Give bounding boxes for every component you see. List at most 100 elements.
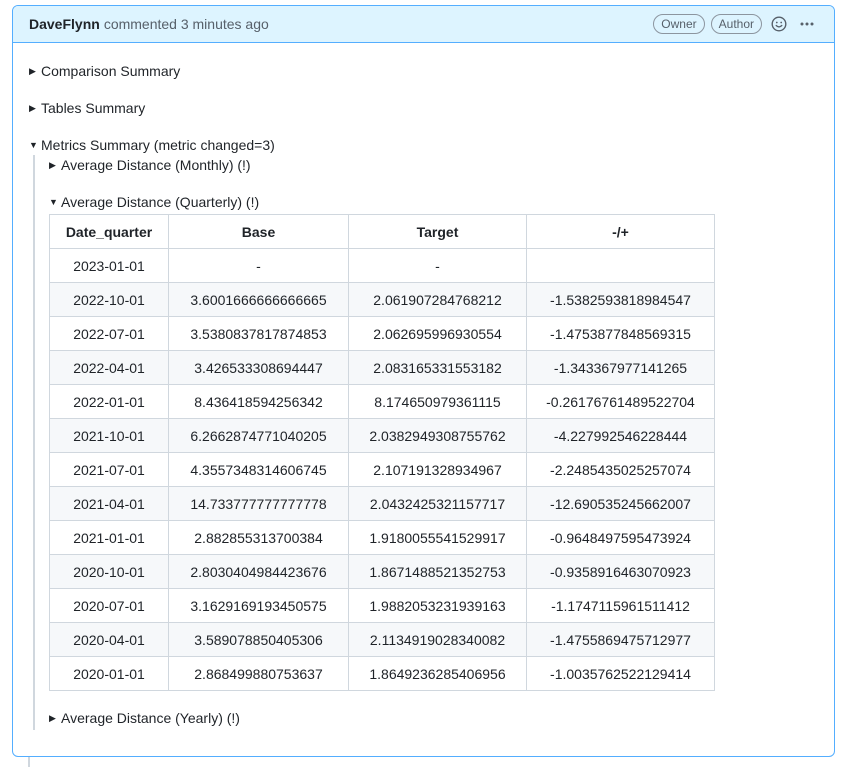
- cell-target: 1.9180055541529917: [348, 520, 527, 555]
- cell-base: -: [168, 248, 349, 283]
- cell-date: 2020-07-01: [49, 588, 169, 623]
- column-header-target: Target: [348, 214, 527, 249]
- smiley-icon[interactable]: [768, 13, 790, 35]
- cell-date: 2020-01-01: [49, 656, 169, 691]
- table-row: 2021-04-01 14.733777777777778 2.04324253…: [49, 486, 715, 521]
- cell-diff: -1.0035762522129414: [526, 656, 715, 691]
- cell-base: 2.868499880753637: [168, 656, 349, 691]
- cell-target: 2.107191328934967: [348, 452, 527, 487]
- triangle-right-icon: ▶: [49, 159, 56, 170]
- table-row: 2022-07-01 3.5380837817874853 2.06269599…: [49, 316, 715, 351]
- metrics-summary-toggle[interactable]: ▼ Metrics Summary (metric changed=3): [29, 135, 818, 155]
- comment-timestamp[interactable]: commented 3 minutes ago: [104, 16, 269, 32]
- cell-diff: -0.26176761489522704: [526, 384, 715, 419]
- cell-date: 2022-07-01: [49, 316, 169, 351]
- table-row: 2020-01-01 2.868499880753637 1.864923628…: [49, 656, 715, 691]
- triangle-down-icon: ▼: [29, 140, 38, 150]
- table-row: 2021-10-01 6.2662874771040205 2.03829493…: [49, 418, 715, 453]
- cell-diff: -1.343367977141265: [526, 350, 715, 385]
- table-row: 2021-07-01 4.3557348314606745 2.10719132…: [49, 452, 715, 487]
- column-header-date-quarter: Date_quarter: [49, 214, 169, 249]
- cell-diff: -4.227992546228444: [526, 418, 715, 453]
- table-header-row: Date_quarter Base Target -/+: [49, 214, 715, 249]
- cell-diff: -1.4755869475712977: [526, 622, 715, 657]
- comment-header: DaveFlynn commented 3 minutes ago Owner …: [13, 6, 834, 43]
- cell-base: 6.2662874771040205: [168, 418, 349, 453]
- owner-badge: Owner: [653, 14, 705, 34]
- cell-base: 8.436418594256342: [168, 384, 349, 419]
- cell-target: 2.0432425321157717: [348, 486, 527, 521]
- cell-diff: -0.9648497595473924: [526, 520, 715, 555]
- cell-diff: -1.4753877848569315: [526, 316, 715, 351]
- cell-date: 2021-10-01: [49, 418, 169, 453]
- comment-header-actions: Owner Author: [653, 13, 818, 35]
- comment-author[interactable]: DaveFlynn: [29, 16, 100, 32]
- comment-box: DaveFlynn commented 3 minutes ago Owner …: [12, 5, 835, 757]
- cell-date: 2023-01-01: [49, 248, 169, 283]
- metric-quarterly-label: Average Distance (Quarterly) (!): [61, 194, 260, 210]
- cell-diff: -1.1747115961511412: [526, 588, 715, 623]
- table-row: 2020-07-01 3.1629169193450575 1.98820532…: [49, 588, 715, 623]
- cell-base: 3.426533308694447: [168, 350, 349, 385]
- cell-diff: [526, 248, 715, 283]
- tables-summary-toggle[interactable]: ▶ Tables Summary: [29, 98, 818, 118]
- kebab-horizontal-icon[interactable]: [796, 13, 818, 35]
- cell-date: 2021-01-01: [49, 520, 169, 555]
- cell-diff: -12.690535245662007: [526, 486, 715, 521]
- table-row: 2023-01-01 - -: [49, 248, 715, 283]
- metric-monthly-toggle[interactable]: ▶ Average Distance (Monthly) (!): [49, 155, 818, 175]
- comparison-summary-label: Comparison Summary: [41, 63, 181, 79]
- table-row: 2020-04-01 3.589078850405306 2.113491902…: [49, 622, 715, 657]
- cell-date: 2022-10-01: [49, 282, 169, 317]
- column-header-diff: -/+: [526, 214, 715, 249]
- metrics-summary-label: Metrics Summary (metric changed=3): [41, 137, 275, 153]
- cell-diff: -2.2485435025257074: [526, 452, 715, 487]
- author-badge: Author: [710, 14, 762, 34]
- cell-target: 8.174650979361115: [348, 384, 527, 419]
- table-row: 2020-10-01 2.8030404984423676 1.86714885…: [49, 554, 715, 589]
- cell-target: 2.083165331553182: [348, 350, 527, 385]
- metric-yearly-toggle[interactable]: ▶ Average Distance (Yearly) (!): [49, 708, 818, 730]
- cell-target: 2.0382949308755762: [348, 418, 527, 453]
- cell-base: 3.5380837817874853: [168, 316, 349, 351]
- table-row: 2022-10-01 3.6001666666666665 2.06190728…: [49, 282, 715, 317]
- table-row: 2022-04-01 3.426533308694447 2.083165331…: [49, 350, 715, 385]
- cell-date: 2021-04-01: [49, 486, 169, 521]
- cell-target: 2.1134919028340082: [348, 622, 527, 657]
- comment-body: ▶ Comparison Summary ▶ Tables Summary ▼ …: [13, 43, 834, 730]
- cell-base: 4.3557348314606745: [168, 452, 349, 487]
- cell-target: 1.8671488521352753: [348, 554, 527, 589]
- cell-target: 1.8649236285406956: [348, 656, 527, 691]
- comparison-summary-section: ▶ Comparison Summary: [29, 61, 818, 81]
- column-header-base: Base: [168, 214, 349, 249]
- metric-yearly-label: Average Distance (Yearly) (!): [61, 710, 240, 726]
- cell-target: 1.9882053231939163: [348, 588, 527, 623]
- cell-base: 2.8030404984423676: [168, 554, 349, 589]
- triangle-right-icon: ▶: [29, 102, 36, 113]
- metric-monthly-label: Average Distance (Monthly) (!): [61, 157, 251, 173]
- triangle-right-icon: ▶: [49, 712, 56, 723]
- metrics-summary-section: ▼ Metrics Summary (metric changed=3) ▶ A…: [29, 135, 818, 730]
- table-row: 2021-01-01 2.882855313700384 1.918005554…: [49, 520, 715, 555]
- cell-target: 2.061907284768212: [348, 282, 527, 317]
- cell-base: 2.882855313700384: [168, 520, 349, 555]
- tables-summary-section: ▶ Tables Summary: [29, 98, 818, 118]
- cell-diff: -0.9358916463070923: [526, 554, 715, 589]
- triangle-down-icon: ▼: [49, 197, 58, 207]
- cell-base: 3.589078850405306: [168, 622, 349, 657]
- cell-date: 2020-10-01: [49, 554, 169, 589]
- triangle-right-icon: ▶: [29, 65, 36, 76]
- cell-date: 2022-04-01: [49, 350, 169, 385]
- quarterly-metrics-table: Date_quarter Base Target -/+ 2023-01-01 …: [49, 214, 715, 691]
- cell-base: 3.6001666666666665: [168, 282, 349, 317]
- cell-date: 2022-01-01: [49, 384, 169, 419]
- cell-base: 14.733777777777778: [168, 486, 349, 521]
- comparison-summary-toggle[interactable]: ▶ Comparison Summary: [29, 61, 818, 81]
- metrics-details: ▶ Average Distance (Monthly) (!) ▼ Avera…: [33, 155, 818, 730]
- metric-quarterly-toggle[interactable]: ▼ Average Distance (Quarterly) (!): [49, 192, 818, 212]
- cell-target: -: [348, 248, 527, 283]
- cell-diff: -1.5382593818984547: [526, 282, 715, 317]
- table-body: 2023-01-01 - - 2022-10-01 3.600166666666…: [49, 248, 715, 691]
- tables-summary-label: Tables Summary: [41, 100, 146, 116]
- cell-base: 3.1629169193450575: [168, 588, 349, 623]
